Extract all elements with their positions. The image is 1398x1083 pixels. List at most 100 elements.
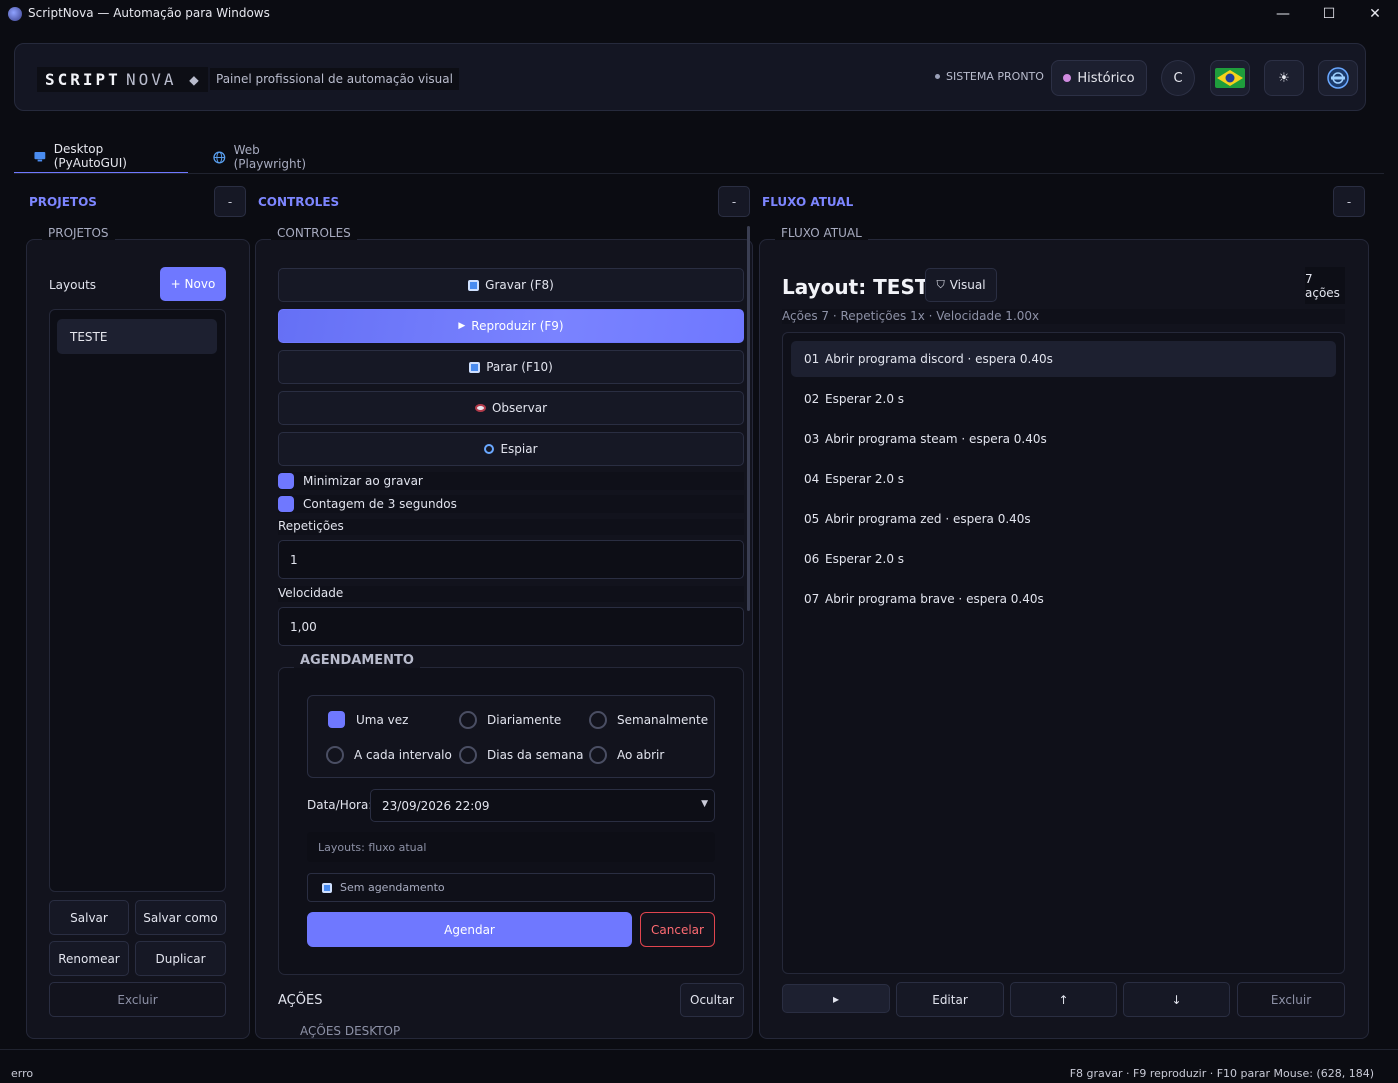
- table-row[interactable]: 02 Esperar 2.0 s: [791, 381, 1336, 417]
- table-row[interactable]: 06 Esperar 2.0 s: [791, 541, 1336, 577]
- app-icon: [8, 7, 22, 21]
- repetitions-label: Repetições: [278, 519, 744, 535]
- cancel-schedule-button[interactable]: Cancelar: [640, 912, 715, 947]
- history-button[interactable]: Histórico: [1051, 60, 1147, 96]
- spy-label: Espiar: [500, 442, 538, 456]
- row-text: Abrir programa discord · espera 0.40s: [825, 352, 1053, 366]
- move-down-button[interactable]: ↓: [1123, 982, 1230, 1017]
- radio-daily[interactable]: [459, 711, 477, 729]
- globe-icon: [213, 151, 226, 163]
- delete-step-button[interactable]: Excluir: [1237, 982, 1345, 1017]
- sun-icon: ☀: [1278, 70, 1290, 86]
- visual-label: Visual: [949, 278, 986, 292]
- collapse-controles-button[interactable]: -: [718, 186, 750, 217]
- row-number: 05: [804, 512, 820, 526]
- history-icon: [1063, 74, 1072, 82]
- record-label: Gravar (F8): [485, 278, 554, 292]
- option-once[interactable]: Uma vez: [328, 711, 408, 728]
- option-daily[interactable]: Diariamente: [459, 711, 561, 729]
- move-up-button[interactable]: ↑: [1010, 982, 1117, 1017]
- table-row[interactable]: 07 Abrir programa brave · espera 0.40s: [791, 581, 1336, 617]
- option-on-open[interactable]: Ao abrir: [589, 746, 664, 764]
- list-item[interactable]: TESTE: [57, 319, 217, 354]
- brazil-flag-icon: [1215, 68, 1245, 88]
- schedule-layouts-hint: Layouts: fluxo atual: [307, 832, 715, 862]
- minimize-checkbox[interactable]: [278, 473, 294, 489]
- observe-button[interactable]: Observar: [278, 391, 744, 425]
- countdown-option[interactable]: Contagem de 3 segundos: [278, 495, 744, 513]
- header-subtitle: Painel profissional de automação visual: [210, 68, 459, 90]
- language-button[interactable]: [1210, 60, 1250, 96]
- save-button[interactable]: Salvar: [49, 900, 129, 935]
- statusbar-divider: [0, 1049, 1398, 1050]
- history-label: Histórico: [1077, 70, 1135, 86]
- controles-scrollbar[interactable]: [747, 226, 750, 611]
- radio-weekdays[interactable]: [459, 746, 477, 764]
- save-as-button[interactable]: Salvar como: [135, 900, 226, 935]
- option-interval[interactable]: A cada intervalo: [326, 746, 452, 764]
- tab-label: Web (Playwright): [233, 143, 307, 171]
- rename-button[interactable]: Renomear: [49, 941, 129, 976]
- profile-button[interactable]: [1318, 60, 1358, 96]
- minimize-on-record-option[interactable]: Minimizar ao gravar: [278, 472, 744, 490]
- monitor-icon: [34, 151, 46, 161]
- hide-actions-button[interactable]: Ocultar: [680, 983, 744, 1017]
- new-layout-button[interactable]: + Novo: [160, 267, 226, 301]
- datetime-picker[interactable]: 23/09/2026 22:09 ▼: [370, 789, 715, 822]
- row-text: Abrir programa steam · espera 0.40s: [825, 432, 1047, 446]
- table-row[interactable]: 03 Abrir programa steam · espera 0.40s: [791, 421, 1336, 457]
- option-weekdays[interactable]: Dias da semana: [459, 746, 583, 764]
- datetime-label: Data/Hora:: [307, 798, 373, 812]
- spy-button[interactable]: Espiar: [278, 432, 744, 466]
- repetitions-input[interactable]: 1: [278, 540, 744, 579]
- option-weekly[interactable]: Semanalmente: [589, 711, 708, 729]
- radio-interval[interactable]: [326, 746, 344, 764]
- maximize-button[interactable]: ☐: [1306, 0, 1352, 28]
- row-text: Esperar 2.0 s: [825, 472, 905, 486]
- logo-script: SCRIPT: [37, 67, 129, 92]
- radio-once[interactable]: [328, 711, 345, 728]
- play-button[interactable]: ▶ Reproduzir (F9): [278, 309, 744, 343]
- stop-button[interactable]: Parar (F10): [278, 350, 744, 384]
- tab-web[interactable]: Web (Playwright): [193, 140, 353, 174]
- run-from-step-button[interactable]: ▸: [782, 984, 890, 1013]
- record-button[interactable]: Gravar (F8): [278, 268, 744, 302]
- magnifier-icon: [484, 444, 495, 454]
- collapse-projetos-button[interactable]: -: [214, 186, 246, 217]
- delete-layout-button[interactable]: Excluir: [49, 982, 226, 1017]
- radio-on-open[interactable]: [589, 746, 607, 764]
- schedule-status-text: Sem agendamento: [340, 881, 445, 894]
- schedule-status: Sem agendamento: [307, 873, 715, 902]
- system-status: SISTEMA PRONTO: [935, 70, 1044, 83]
- status-text: SISTEMA PRONTO: [946, 70, 1044, 83]
- minimize-button[interactable]: —: [1260, 0, 1306, 28]
- status-bar: erro F8 gravar · F9 reproduzir · F10 par…: [0, 1064, 1398, 1083]
- table-row[interactable]: 04 Esperar 2.0 s: [791, 461, 1336, 497]
- avatar-icon: [1327, 67, 1349, 89]
- tab-desktop[interactable]: Desktop (PyAutoGUI): [14, 140, 188, 174]
- countdown-checkbox[interactable]: [278, 496, 294, 512]
- section-title-projetos: PROJETOS: [29, 195, 97, 209]
- option-label: Dias da semana: [487, 748, 584, 762]
- row-text: Esperar 2.0 s: [825, 392, 905, 406]
- stop-icon: [469, 361, 481, 373]
- duplicate-button[interactable]: Duplicar: [135, 941, 226, 976]
- layouts-label: Layouts: [49, 278, 97, 292]
- theme-toggle-button[interactable]: ☀: [1264, 60, 1304, 96]
- close-button[interactable]: ✕: [1352, 0, 1398, 28]
- row-number: 04: [804, 472, 820, 486]
- collapse-fluxo-button[interactable]: -: [1333, 186, 1365, 217]
- c-button[interactable]: C: [1161, 60, 1195, 96]
- table-row[interactable]: 01 Abrir programa discord · espera 0.40s: [791, 341, 1336, 377]
- stop-label: Parar (F10): [486, 360, 553, 374]
- speed-input[interactable]: 1,00: [278, 607, 744, 646]
- play-label: Reproduzir (F9): [471, 319, 564, 333]
- radio-weekly[interactable]: [589, 711, 607, 729]
- chevron-down-icon[interactable]: ▼: [701, 799, 708, 809]
- eye-icon: [474, 404, 486, 412]
- edit-step-button[interactable]: Editar: [896, 982, 1004, 1017]
- schedule-type-options: [307, 695, 715, 778]
- schedule-button[interactable]: Agendar: [307, 912, 632, 947]
- visual-button[interactable]: ⛉ Visual: [925, 268, 997, 302]
- table-row[interactable]: 05 Abrir programa zed · espera 0.40s: [791, 501, 1336, 537]
